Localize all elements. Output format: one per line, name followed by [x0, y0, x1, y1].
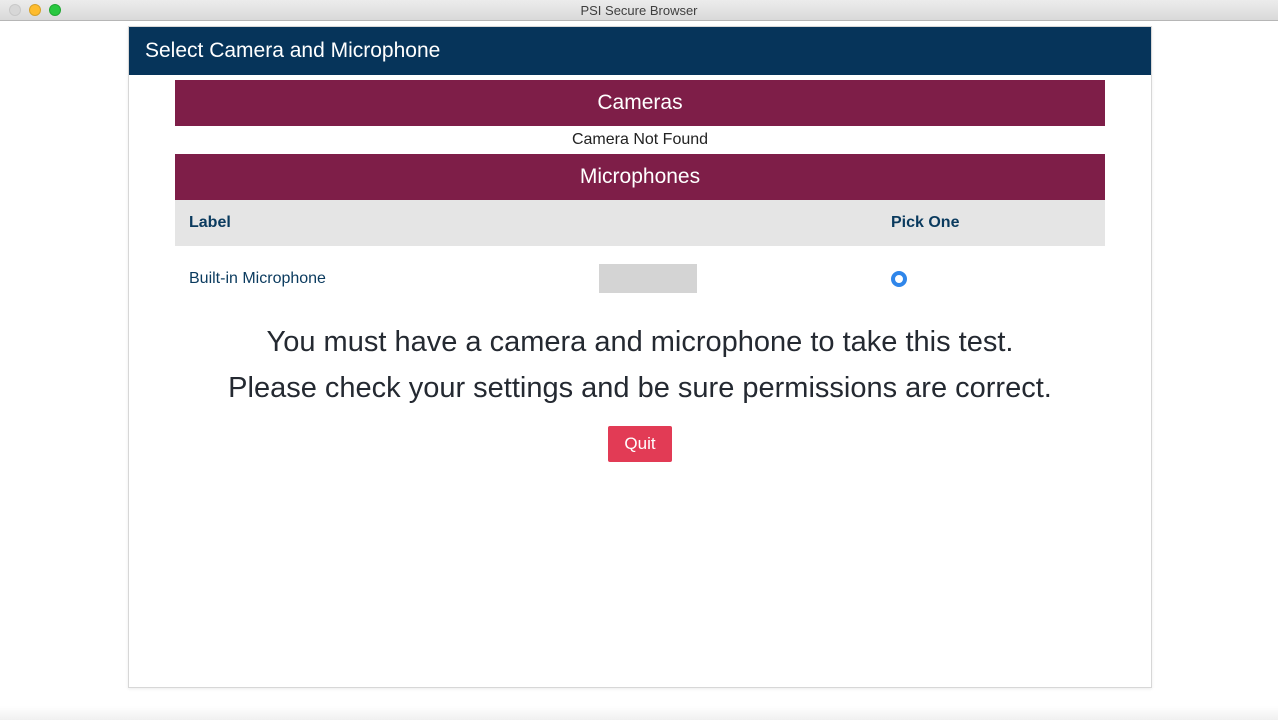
instruction-line-1: You must have a camera and microphone to…: [129, 319, 1151, 365]
instruction-messages: You must have a camera and microphone to…: [129, 319, 1151, 412]
window-maximize-icon[interactable]: [49, 4, 61, 16]
window-minimize-icon[interactable]: [29, 4, 41, 16]
workspace: Select Camera and Microphone Cameras Cam…: [0, 21, 1278, 720]
table-row: Built-in Microphone: [175, 246, 1105, 311]
microphone-level-cell: [599, 264, 891, 293]
camera-status-text: Camera Not Found: [175, 126, 1105, 154]
devices-section: Cameras Camera Not Found Microphones Lab…: [175, 75, 1105, 311]
content-area: Cameras Camera Not Found Microphones Lab…: [129, 75, 1151, 462]
microphones-banner: Microphones: [175, 154, 1105, 200]
page-title: Select Camera and Microphone: [129, 27, 1151, 75]
column-header-pick: Pick One: [891, 214, 1091, 232]
window-title: PSI Secure Browser: [0, 3, 1278, 18]
microphone-label: Built-in Microphone: [189, 270, 599, 288]
microphone-radio[interactable]: [891, 271, 907, 287]
window-close-icon: [9, 4, 21, 16]
macos-titlebar: PSI Secure Browser: [0, 0, 1278, 21]
microphone-pick-cell: [891, 271, 1091, 287]
column-header-label: Label: [189, 214, 599, 232]
instruction-line-2: Please check your settings and be sure p…: [129, 365, 1151, 411]
microphone-level-meter: [599, 264, 697, 293]
bottom-shadow: [0, 706, 1278, 720]
app-window: Select Camera and Microphone Cameras Cam…: [128, 26, 1152, 688]
cameras-banner: Cameras: [175, 80, 1105, 126]
quit-button[interactable]: Quit: [608, 426, 671, 462]
traffic-lights: [0, 4, 61, 16]
quit-button-container: Quit: [129, 426, 1151, 462]
microphone-table-header: Label Pick One: [175, 200, 1105, 246]
